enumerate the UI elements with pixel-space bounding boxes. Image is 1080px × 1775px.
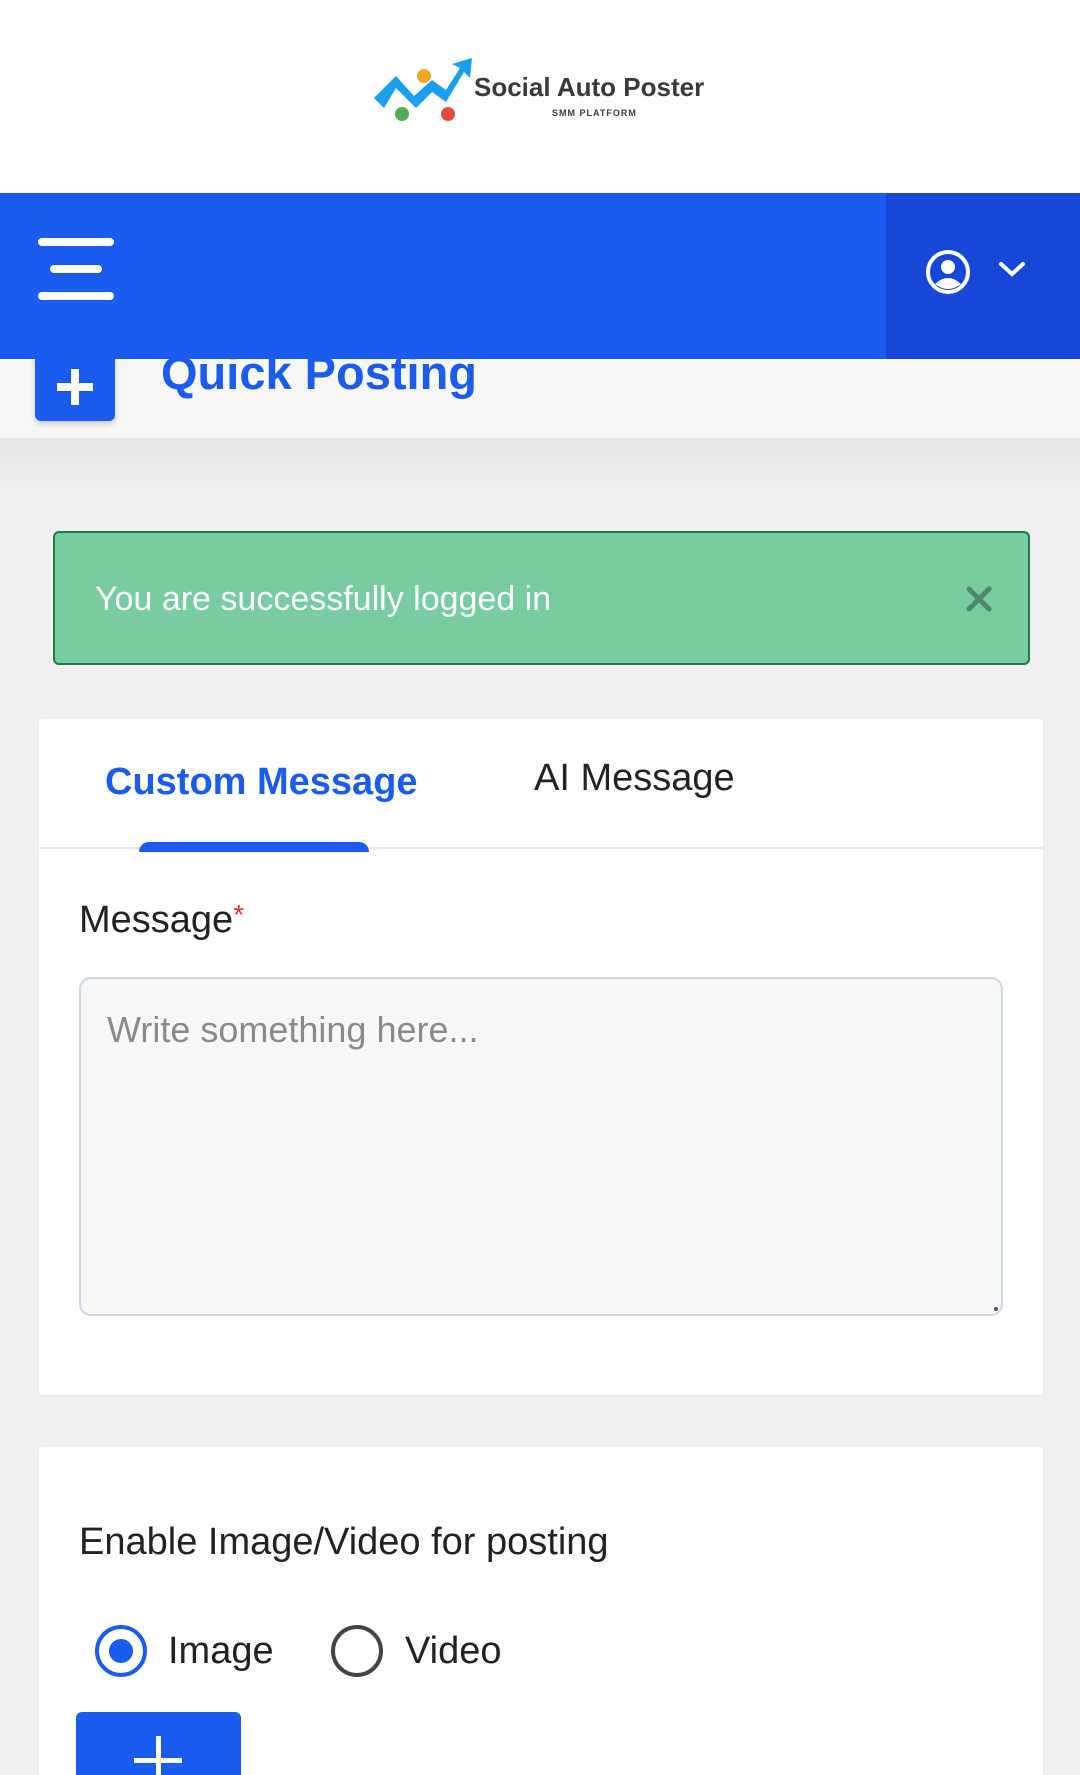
media-toggle-label: Enable Image/Video for posting	[79, 1521, 609, 1563]
logo-header: Social Auto Poster SMM PLATFORM	[0, 0, 1080, 193]
page-title: Quick Posting	[161, 359, 477, 399]
tab-ai-message[interactable]: AI Message	[534, 757, 735, 800]
top-navbar	[0, 193, 1080, 359]
image-radio[interactable]	[95, 1625, 147, 1677]
logo-mark-icon	[374, 58, 472, 121]
video-radio-label[interactable]: Video	[405, 1630, 502, 1673]
app-page: Social Auto Poster SMM PLATFORM Quick Po…	[0, 0, 1080, 1775]
chevron-down-icon	[999, 262, 1025, 277]
tab-custom-message[interactable]: Custom Message	[105, 761, 418, 804]
menu-line	[38, 238, 114, 246]
radio-selected-dot	[109, 1639, 133, 1663]
required-marker: *	[233, 899, 245, 930]
header-shadow	[0, 438, 1080, 498]
hamburger-menu-icon[interactable]	[38, 238, 114, 300]
plus-icon	[134, 1736, 182, 1775]
resize-handle[interactable]	[994, 1307, 998, 1311]
close-icon[interactable]	[961, 581, 997, 617]
plus-icon	[57, 369, 93, 405]
message-label: Message*	[79, 899, 244, 942]
message-label-text: Message	[79, 899, 234, 941]
tab-bar: Custom Message AI Message	[39, 719, 1043, 852]
page-header: Quick Posting	[0, 359, 1080, 438]
image-radio-label[interactable]: Image	[168, 1630, 274, 1673]
add-media-button[interactable]	[76, 1712, 241, 1775]
media-card: Enable Image/Video for posting Image Vid…	[39, 1447, 1043, 1775]
brand-logo[interactable]: Social Auto Poster SMM PLATFORM	[372, 58, 712, 130]
menu-line	[50, 265, 102, 273]
logo-subtitle: SMM PLATFORM	[552, 108, 637, 118]
message-placeholder: Write something here...	[107, 1009, 479, 1050]
message-textarea[interactable]: Write something here...	[79, 977, 1003, 1316]
quick-post-add-button[interactable]	[35, 359, 115, 421]
menu-line	[38, 292, 114, 300]
message-card: Custom Message AI Message Message* Write…	[39, 719, 1043, 1395]
success-alert: You are successfully logged in	[53, 531, 1030, 665]
user-circle-icon	[926, 250, 970, 294]
alert-message: You are successfully logged in	[95, 580, 552, 618]
active-tab-indicator	[139, 842, 369, 852]
video-radio[interactable]	[331, 1625, 383, 1677]
user-menu-button[interactable]	[886, 193, 1080, 359]
logo-title: Social Auto Poster	[474, 72, 705, 102]
